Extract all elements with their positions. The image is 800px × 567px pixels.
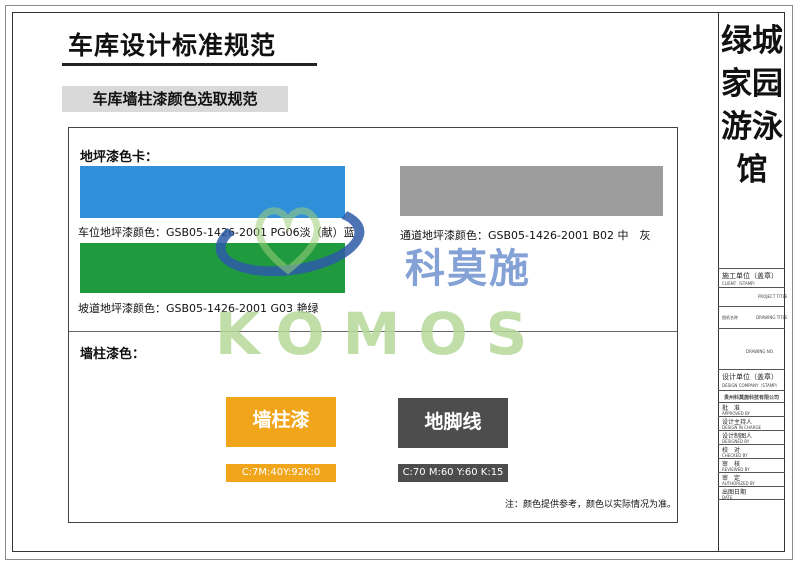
skirting-badge: 地脚线	[398, 398, 508, 448]
section-subtitle: 车库墙柱漆颜色选取规范	[62, 86, 288, 112]
tb-row-drawing-title-sub: DRAWING TITLE	[756, 315, 788, 320]
tb-row-designed: 设计制图人 DESIGNED BY	[718, 430, 785, 444]
tb-row-design-charge: 设计主持人 DESIGN IN CHARGE	[718, 416, 785, 430]
title-underline	[62, 63, 317, 66]
tb-row-approved: 批 准 APPROVED BY	[718, 402, 785, 416]
project-name: 绿城家园游泳馆	[721, 23, 783, 188]
tb-row-design-company-sub: DESIGN COMPANY（STAMP）	[722, 383, 780, 388]
tb-row-reviewed: 审 核 REVIEWED BY	[718, 458, 785, 472]
disclaimer-note: 注：颜色提供参考，颜色以实际情况为准。	[505, 500, 677, 510]
skirting-code: C:70 M:60 Y:60 K:15	[398, 464, 508, 482]
tb-row-project-sub: PROJECT TITLE	[758, 294, 788, 299]
tb-date-sub: DATE	[722, 495, 733, 500]
tb-row-company-name: 贵州科莫施科技有限公司	[718, 390, 785, 402]
watermark-heart-icon	[255, 207, 321, 275]
tb-row-client: 施工单位（盖章） CLIENT（STAMP）	[718, 268, 785, 287]
floor-section-heading: 地坪漆色卡：	[80, 150, 159, 165]
watermark-chinese-brand: 科莫施	[405, 246, 531, 292]
tb-row-project: PROJECT TITLE	[718, 287, 788, 306]
floor-swatch-aisle	[400, 166, 663, 216]
tb-row-drawing-title: 图纸名称 DRAWING TITLE	[718, 306, 788, 328]
tb-row-drawing-title-label: 图纸名称	[722, 315, 738, 320]
tb-company-name: 贵州科莫施科技有限公司	[724, 395, 780, 401]
tb-row-client-label: 施工单位（盖章）	[722, 272, 778, 280]
tb-row-date: 出图日期 DATE	[718, 486, 785, 500]
tb-row-design-company-label: 设计单位（盖章）	[722, 373, 778, 381]
wall-paint-code: C:7M:40Y:92K:0	[226, 464, 336, 482]
wall-section-heading: 墙柱漆色：	[80, 347, 146, 362]
tb-row-drawing-no: DRAWING NO.	[718, 328, 785, 369]
tb-row-drawing-no-sub: DRAWING NO.	[746, 349, 774, 354]
tb-row-authorized: 审 定 AUTHORIZED BY	[718, 472, 785, 486]
wall-paint-badge: 墙柱漆	[226, 397, 336, 447]
watermark-english-brand: KOMOS	[215, 300, 546, 368]
page-title: 车库设计标准规范	[68, 31, 277, 60]
tb-row-checked: 校 对 CHECKED BY	[718, 444, 785, 458]
tb-row-design-company: 设计单位（盖章） DESIGN COMPANY（STAMP）	[718, 369, 785, 390]
